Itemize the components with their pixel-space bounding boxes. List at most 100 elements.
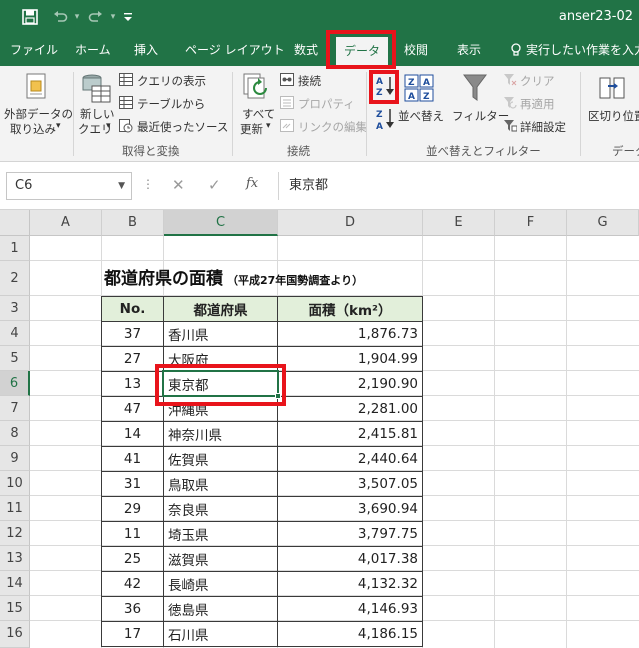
row-header-9[interactable]: 9 (0, 446, 30, 471)
cell-no[interactable]: 14 (101, 421, 164, 447)
cancel-icon[interactable]: ✕ (172, 176, 185, 194)
cell-no[interactable]: 17 (101, 621, 164, 647)
enter-icon[interactable]: ✓ (208, 176, 221, 194)
tab-file[interactable]: ファイル (10, 34, 58, 66)
column-header-g[interactable]: G (567, 210, 639, 236)
gridline (566, 236, 567, 648)
row-header-7[interactable]: 7 (0, 396, 30, 421)
name-box[interactable]: C6 ▼ (6, 172, 132, 200)
edit-links-label: リンクの編集 (298, 120, 367, 134)
svg-text:Z: Z (376, 110, 383, 120)
cell-prefecture[interactable]: 長崎県 (163, 571, 278, 597)
undo-icon[interactable] (50, 8, 70, 26)
redo-icon[interactable] (86, 8, 106, 26)
table-icon (119, 96, 133, 109)
connections-label: 接続 (298, 74, 321, 88)
recent-sources-icon (119, 119, 133, 133)
header-prefecture[interactable]: 都道府県 (163, 296, 278, 322)
tab-page-layout[interactable]: ページ レイアウト (185, 34, 285, 66)
insert-function-icon[interactable]: fx (246, 176, 258, 191)
cell-area[interactable]: 1,904.99 (277, 346, 423, 372)
tab-view[interactable]: 表示 (457, 34, 481, 66)
cell-area[interactable]: 4,146.93 (277, 596, 423, 622)
select-all-corner[interactable] (0, 210, 30, 236)
undo-dropdown-icon[interactable]: ▾ (72, 8, 82, 26)
cell-prefecture[interactable]: 石川県 (163, 621, 278, 647)
column-header-f[interactable]: F (495, 210, 567, 236)
row-header-15[interactable]: 15 (0, 596, 30, 621)
column-header-c[interactable]: C (164, 210, 278, 236)
cell-prefecture[interactable]: 香川県 (163, 321, 278, 347)
cell-prefecture[interactable]: 滋賀県 (163, 546, 278, 572)
cell-area[interactable]: 2,190.90 (277, 371, 423, 397)
row-header-6[interactable]: 6 (0, 371, 30, 396)
svg-text:A: A (376, 77, 383, 87)
row-header-3[interactable]: 3 (0, 296, 30, 321)
fill-handle[interactable] (275, 393, 281, 399)
title-bar: ▾ ▾ anser23-02 (0, 0, 639, 34)
tab-insert[interactable]: 挿入 (134, 34, 158, 66)
cell-prefecture[interactable]: 奈良県 (163, 496, 278, 522)
cell-prefecture[interactable]: 沖縄県 (163, 396, 278, 422)
cell-prefecture[interactable]: 神奈川県 (163, 421, 278, 447)
row-header-12[interactable]: 12 (0, 521, 30, 546)
cell-no[interactable]: 41 (101, 446, 164, 472)
cell-no[interactable]: 29 (101, 496, 164, 522)
row-header-4[interactable]: 4 (0, 321, 30, 346)
cell-area[interactable]: 2,440.64 (277, 446, 423, 472)
cell-prefecture[interactable]: 大阪府 (163, 346, 278, 372)
row-header-16[interactable]: 16 (0, 621, 30, 648)
cell-area[interactable]: 3,690.94 (277, 496, 423, 522)
cell-area[interactable]: 2,281.00 (277, 396, 423, 422)
sort-dialog-icon: Z A A Z (404, 74, 434, 102)
cell-no[interactable]: 42 (101, 571, 164, 597)
cell-prefecture[interactable]: 徳島県 (163, 596, 278, 622)
cell-no[interactable]: 11 (101, 521, 164, 547)
cell-area[interactable]: 3,507.05 (277, 471, 423, 497)
cell-prefecture[interactable]: 佐賀県 (163, 446, 278, 472)
row-header-2[interactable]: 2 (0, 261, 30, 296)
row-header-8[interactable]: 8 (0, 421, 30, 446)
cell-area[interactable]: 4,017.38 (277, 546, 423, 572)
save-icon[interactable] (20, 8, 40, 26)
cell-no[interactable]: 25 (101, 546, 164, 572)
sheet-title[interactable]: 都道府県の面積 （平成27年国勢調査より） (104, 264, 363, 289)
active-cell-selection (162, 370, 279, 397)
cell-area[interactable]: 1,876.73 (277, 321, 423, 347)
tab-data[interactable]: データ (336, 37, 389, 66)
cell-area[interactable]: 4,132.32 (277, 571, 423, 597)
cell-no[interactable]: 37 (101, 321, 164, 347)
cell-no[interactable]: 27 (101, 346, 164, 372)
tab-review[interactable]: 校閲 (404, 34, 428, 66)
row-header-13[interactable]: 13 (0, 546, 30, 571)
customize-qat-icon[interactable] (122, 8, 134, 26)
cell-prefecture[interactable]: 埼玉県 (163, 521, 278, 547)
worksheet-grid[interactable]: A B C D E F G 1 2 3 4 5 6 7 8 9 10 11 12… (0, 210, 639, 648)
header-no[interactable]: No. (101, 296, 164, 322)
row-header-14[interactable]: 14 (0, 571, 30, 596)
column-header-b[interactable]: B (102, 210, 164, 236)
redo-dropdown-icon[interactable]: ▾ (108, 8, 118, 26)
cell-no[interactable]: 47 (101, 396, 164, 422)
cell-no[interactable]: 36 (101, 596, 164, 622)
cell-prefecture[interactable]: 鳥取県 (163, 471, 278, 497)
column-header-a[interactable]: A (30, 210, 102, 236)
row-header-11[interactable]: 11 (0, 496, 30, 521)
header-area[interactable]: 面積（km²） (277, 296, 423, 322)
cell-area[interactable]: 3,797.75 (277, 521, 423, 547)
cell-area[interactable]: 2,415.81 (277, 421, 423, 447)
tab-formulas[interactable]: 数式 (294, 34, 318, 66)
row-header-10[interactable]: 10 (0, 471, 30, 496)
column-header-e[interactable]: E (423, 210, 495, 236)
row-header-1[interactable]: 1 (0, 236, 30, 261)
tab-home[interactable]: ホーム (75, 34, 111, 66)
cell-area[interactable]: 4,186.15 (277, 621, 423, 647)
chevron-down-icon[interactable]: ▼ (118, 173, 125, 199)
tell-me-box[interactable]: 実行したい作業を入力し (510, 34, 639, 66)
row-header-5[interactable]: 5 (0, 346, 30, 371)
cell-no[interactable]: 13 (101, 371, 164, 397)
column-header-d[interactable]: D (278, 210, 423, 236)
document-title: anser23-02 (558, 9, 633, 24)
formula-input[interactable]: 東京都 (278, 172, 639, 200)
cell-no[interactable]: 31 (101, 471, 164, 497)
